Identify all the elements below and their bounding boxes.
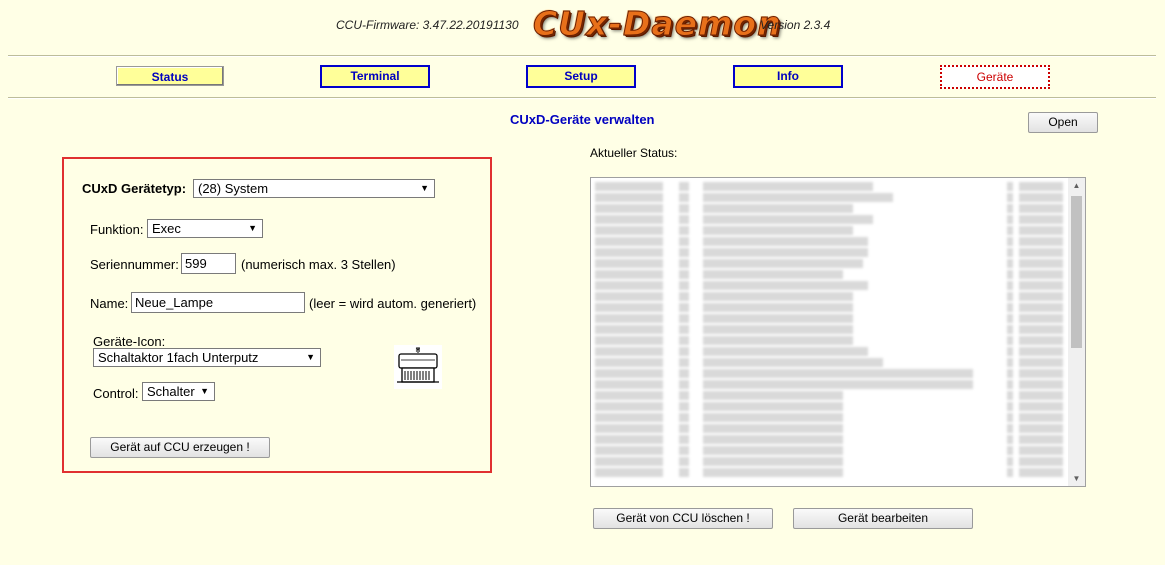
status-row	[595, 358, 1065, 367]
cuxd-logo: CUx-Daemon	[533, 4, 782, 44]
serial-label: Seriennummer:	[90, 257, 179, 272]
name-label: Name:	[90, 296, 129, 311]
chevron-down-icon: ▼	[306, 352, 315, 362]
switch-actuator-icon: M	[393, 344, 443, 390]
status-row	[595, 391, 1065, 400]
status-row	[595, 457, 1065, 466]
name-hint: (leer = wird autom. generiert)	[309, 296, 477, 311]
status-row	[595, 424, 1065, 433]
icon-value: Schaltaktor 1fach Unterputz	[98, 350, 259, 365]
status-list[interactable]: ▲ ▼	[590, 177, 1086, 487]
open-button[interactable]: Open	[1028, 112, 1098, 133]
scroll-up-icon[interactable]: ▲	[1068, 181, 1085, 190]
status-label: Aktueller Status:	[590, 146, 678, 160]
status-row	[595, 369, 1065, 378]
nav-status[interactable]: Status	[116, 66, 224, 86]
scroll-thumb[interactable]	[1071, 196, 1082, 348]
status-row	[595, 402, 1065, 411]
status-row	[595, 292, 1065, 301]
daemon-version: Version 2.3.4	[760, 18, 831, 32]
icon-select[interactable]: Schaltaktor 1fach Unterputz ▼	[93, 348, 321, 367]
function-select[interactable]: Exec ▼	[147, 219, 263, 238]
status-row	[595, 248, 1065, 257]
control-select[interactable]: Schalter ▼	[142, 382, 215, 401]
function-value: Exec	[152, 221, 181, 236]
chevron-down-icon: ▼	[248, 223, 257, 233]
function-label: Funktion:	[90, 222, 144, 237]
header-divider	[8, 55, 1156, 57]
status-row	[595, 204, 1065, 213]
firmware-version: CCU-Firmware: 3.47.22.20191130	[336, 18, 519, 32]
status-row	[595, 468, 1065, 477]
status-row	[595, 237, 1065, 246]
status-scrollbar[interactable]: ▲ ▼	[1068, 178, 1085, 486]
nav-info[interactable]: Info	[733, 65, 843, 88]
status-row	[595, 446, 1065, 455]
status-row	[595, 336, 1065, 345]
status-row	[595, 380, 1065, 389]
nav-terminal[interactable]: Terminal	[320, 65, 430, 88]
device-type-select[interactable]: (28) System ▼	[193, 179, 435, 198]
status-row	[595, 226, 1065, 235]
status-row	[595, 215, 1065, 224]
control-label: Control:	[93, 386, 139, 401]
status-row	[595, 270, 1065, 279]
status-row	[595, 259, 1065, 268]
status-row	[595, 435, 1065, 444]
serial-hint: (numerisch max. 3 Stellen)	[241, 257, 396, 272]
svg-text:M: M	[415, 347, 420, 354]
status-row	[595, 413, 1065, 422]
status-row	[595, 325, 1065, 334]
serial-input[interactable]: 599	[181, 253, 236, 274]
nav-divider	[8, 97, 1156, 99]
page-title: CUxD-Geräte verwalten	[510, 112, 655, 127]
status-row	[595, 281, 1065, 290]
device-type-label: CUxD Gerätetyp:	[82, 181, 187, 196]
scroll-down-icon[interactable]: ▼	[1068, 474, 1085, 483]
device-type-value: (28) System	[198, 181, 269, 196]
nav-geraete[interactable]: Geräte	[940, 65, 1050, 89]
device-create-form	[62, 157, 492, 473]
status-row	[595, 314, 1065, 323]
status-row	[595, 347, 1065, 356]
nav-setup[interactable]: Setup	[526, 65, 636, 88]
name-input[interactable]: Neue_Lampe	[131, 292, 305, 313]
status-row	[595, 193, 1065, 202]
control-value: Schalter	[147, 384, 195, 399]
status-row	[595, 182, 1065, 191]
chevron-down-icon: ▼	[420, 183, 429, 193]
delete-device-button[interactable]: Gerät von CCU löschen !	[593, 508, 773, 529]
icon-label: Geräte-Icon:	[93, 334, 166, 349]
create-device-button[interactable]: Gerät auf CCU erzeugen !	[90, 437, 270, 458]
chevron-down-icon: ▼	[200, 386, 209, 396]
status-row	[595, 303, 1065, 312]
edit-device-button[interactable]: Gerät bearbeiten	[793, 508, 973, 529]
